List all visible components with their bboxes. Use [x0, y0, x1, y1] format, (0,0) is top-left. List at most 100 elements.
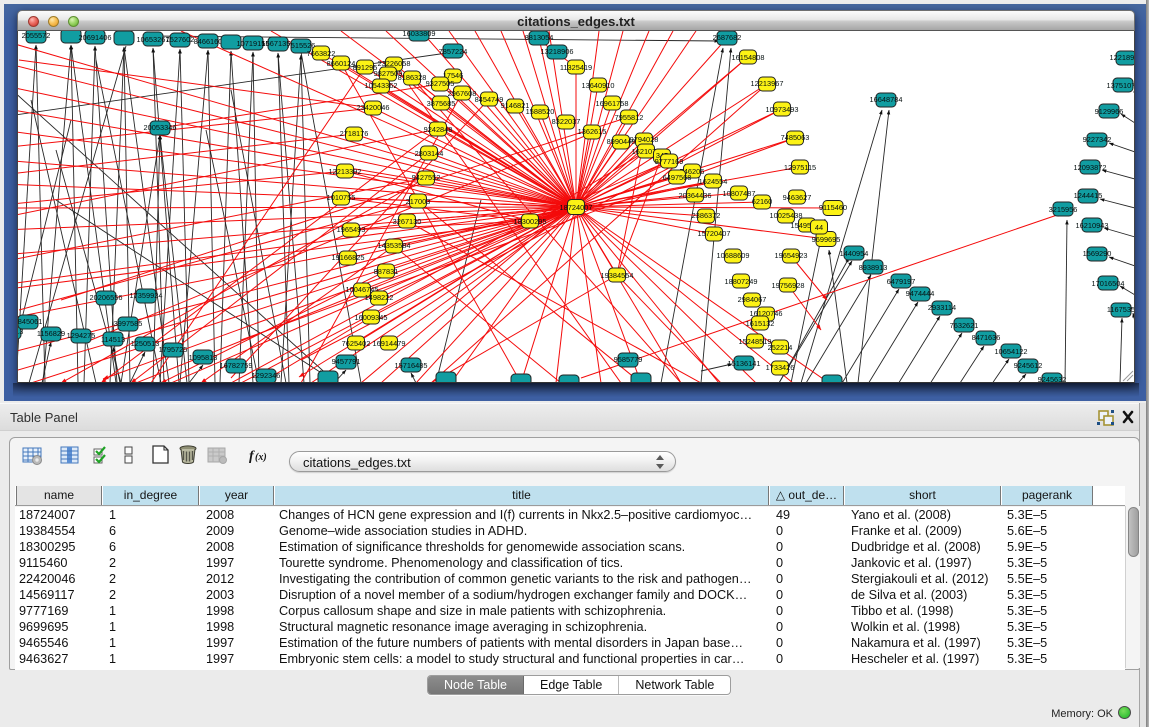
- svg-text:9794028: 9794028: [630, 135, 659, 144]
- svg-text:217003: 217003: [406, 197, 431, 206]
- svg-text:1615132: 1615132: [746, 319, 775, 328]
- svg-text:15720407: 15720407: [698, 229, 731, 238]
- svg-text:1527602: 1527602: [166, 35, 195, 44]
- svg-text:7485063: 7485063: [781, 133, 810, 142]
- svg-text:9457791: 9457791: [332, 357, 361, 366]
- svg-text:9474444: 9474444: [906, 289, 935, 298]
- svg-text:18807249: 18807249: [725, 277, 758, 286]
- svg-text:16648784: 16648784: [870, 95, 903, 104]
- svg-text:19756928: 19756928: [772, 281, 805, 290]
- svg-text:10543362: 10543362: [365, 81, 398, 90]
- svg-text:887831: 887831: [374, 267, 399, 276]
- svg-text:23420046: 23420046: [357, 103, 390, 112]
- svg-text:1795725: 1795725: [159, 345, 188, 354]
- svg-text:20053346: 20053346: [144, 123, 177, 132]
- svg-text:3997585: 3997585: [114, 319, 143, 328]
- svg-text:16914479: 16914479: [373, 339, 406, 348]
- svg-text:(x): (x): [255, 452, 267, 463]
- svg-text:1167535: 1167535: [1107, 305, 1135, 314]
- svg-text:1588520: 1588520: [526, 107, 555, 116]
- svg-text:2803144: 2803144: [415, 149, 444, 158]
- svg-text:20206556: 20206556: [90, 293, 123, 302]
- svg-text:9245632: 9245632: [1038, 375, 1067, 383]
- svg-text:2055572: 2055572: [22, 31, 51, 40]
- svg-text:1250513: 1250513: [131, 339, 160, 348]
- svg-text:1156829: 1156829: [37, 329, 65, 338]
- svg-text:1965493: 1965493: [337, 225, 366, 234]
- svg-text:6479197: 6479197: [887, 277, 916, 286]
- svg-text:1569290: 1569290: [1083, 249, 1112, 258]
- svg-text:16033809: 16033809: [403, 31, 436, 38]
- svg-text:6497568: 6497568: [663, 173, 692, 182]
- svg-text:15248519: 15248519: [739, 337, 772, 346]
- svg-text:14353584: 14353584: [378, 241, 411, 250]
- svg-text:9245612: 9245612: [1014, 361, 1043, 370]
- svg-text:9227342: 9227342: [1083, 135, 1112, 144]
- svg-text:18300295: 18300295: [514, 217, 547, 226]
- svg-text:15136141: 15136141: [728, 359, 761, 368]
- svg-text:17359924: 17359924: [130, 291, 163, 300]
- svg-text:16961758: 16961758: [596, 99, 629, 108]
- svg-text:18724007: 18724007: [560, 203, 593, 212]
- svg-text:1845061: 1845061: [18, 317, 42, 326]
- svg-text:19166825: 19166825: [332, 253, 365, 262]
- svg-text:1362615: 1362615: [578, 127, 607, 136]
- svg-text:1010755: 1010755: [327, 193, 356, 202]
- svg-text:1440954: 1440954: [840, 249, 869, 258]
- svg-text:3875685: 3875685: [427, 99, 456, 108]
- svg-text:10973493: 10973493: [766, 105, 799, 114]
- svg-text:1244415: 1244415: [1074, 191, 1103, 200]
- svg-text:2933114: 2933114: [928, 303, 956, 312]
- svg-text:9427552: 9427552: [412, 173, 441, 182]
- svg-text:7663822: 7663822: [307, 49, 336, 58]
- svg-text:19384554: 19384554: [601, 271, 634, 280]
- svg-text:114513: 114513: [101, 335, 125, 344]
- svg-text:9699695: 9699695: [812, 235, 841, 244]
- svg-text:12213967: 12213967: [751, 79, 784, 88]
- svg-text:8322037: 8322037: [552, 117, 581, 126]
- svg-text:10025438: 10025438: [770, 211, 803, 220]
- svg-text:12093872: 12093872: [1074, 163, 1107, 172]
- svg-text:9463627: 9463627: [783, 193, 812, 202]
- svg-text:2718176: 2718176: [340, 129, 369, 138]
- svg-text:19654923: 19654923: [775, 251, 808, 260]
- svg-text:1498222: 1498222: [365, 293, 394, 302]
- svg-text:10688609: 10688609: [717, 251, 750, 260]
- svg-text:20691406: 20691406: [79, 33, 112, 42]
- svg-text:10807487: 10807487: [723, 189, 756, 198]
- svg-text:16210943: 16210943: [1076, 221, 1109, 230]
- svg-text:44: 44: [815, 223, 823, 232]
- svg-text:1095813: 1095813: [189, 353, 218, 362]
- svg-text:8938913: 8938913: [859, 263, 888, 272]
- svg-text:9327505: 9327505: [426, 79, 455, 88]
- svg-text:2386372: 2386372: [692, 211, 721, 220]
- svg-text:12213392: 12213392: [329, 167, 362, 176]
- svg-text:15716485: 15716485: [395, 361, 428, 370]
- svg-text:3267130: 3267130: [393, 217, 422, 226]
- svg-text:7632621: 7632621: [950, 321, 979, 330]
- svg-text:7955812: 7955812: [615, 113, 644, 122]
- svg-text:3215956: 3215956: [1049, 205, 1078, 214]
- svg-text:9585779: 9585779: [614, 355, 643, 364]
- svg-text:10653267: 10653267: [137, 35, 170, 44]
- svg-text:8454749: 8454749: [475, 95, 504, 104]
- svg-text:13218906: 13218906: [541, 47, 574, 56]
- svg-text:9242848: 9242848: [424, 125, 453, 134]
- svg-text:2967608: 2967608: [448, 89, 477, 98]
- svg-text:252214: 252214: [768, 343, 793, 352]
- svg-text:16009345: 16009345: [355, 313, 388, 322]
- svg-text:2687682: 2687682: [713, 33, 742, 42]
- svg-text:16154808: 16154808: [732, 53, 765, 62]
- svg-text:62160: 62160: [752, 197, 773, 206]
- svg-text:8660124: 8660124: [327, 59, 356, 68]
- svg-text:12218906: 12218906: [1110, 53, 1135, 62]
- svg-text:1624554: 1624554: [699, 177, 728, 186]
- svg-text:9115460: 9115460: [819, 203, 847, 212]
- svg-text:9777169: 9777169: [655, 157, 684, 166]
- svg-text:10654122: 10654122: [995, 347, 1028, 356]
- svg-text:8813054: 8813054: [525, 33, 554, 42]
- svg-text:11325419: 11325419: [560, 63, 592, 72]
- svg-text:9129966: 9129966: [1095, 107, 1124, 116]
- svg-text:13751074: 13751074: [1107, 81, 1135, 90]
- svg-text:8186328: 8186328: [398, 73, 427, 82]
